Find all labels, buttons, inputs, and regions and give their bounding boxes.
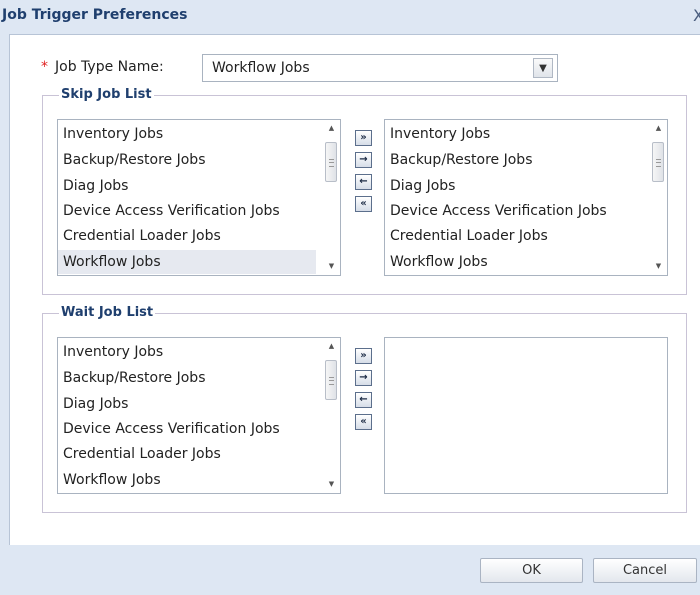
move-left-button[interactable]: ←	[355, 392, 372, 408]
list-item[interactable]: Device Access Verification Jobs	[63, 417, 280, 441]
scrollbar[interactable]: ▲ ▼	[323, 120, 340, 275]
cancel-button[interactable]: Cancel	[593, 558, 697, 583]
move-all-right-button[interactable]: »	[355, 130, 372, 146]
move-all-right-button[interactable]: »	[355, 348, 372, 364]
job-type-select[interactable]: Workflow Jobs ▼	[202, 54, 558, 82]
required-indicator: *	[41, 59, 48, 75]
scroll-up-icon[interactable]: ▲	[323, 338, 340, 355]
list-item[interactable]: Workflow Jobs	[63, 468, 161, 492]
scroll-down-icon[interactable]: ▼	[323, 258, 340, 275]
scroll-thumb[interactable]	[325, 360, 337, 400]
scroll-up-icon[interactable]: ▲	[650, 120, 667, 137]
list-item[interactable]: Inventory Jobs	[63, 122, 163, 146]
skip-job-legend: Skip Job List	[59, 87, 154, 102]
ok-button[interactable]: OK	[480, 558, 583, 583]
scrollbar[interactable]: ▲ ▼	[650, 120, 667, 275]
scroll-down-icon[interactable]: ▼	[323, 476, 340, 493]
scroll-down-icon[interactable]: ▼	[650, 258, 667, 275]
list-item[interactable]: Inventory Jobs	[63, 340, 163, 364]
list-item[interactable]: Diag Jobs	[63, 174, 128, 198]
wait-job-legend: Wait Job List	[59, 305, 156, 320]
job-trigger-dialog: Job Trigger Preferences X * Job Type Nam…	[0, 0, 700, 595]
move-left-button[interactable]: ←	[355, 174, 372, 190]
list-item[interactable]: Credential Loader Jobs	[390, 224, 548, 248]
job-type-value: Workflow Jobs	[212, 60, 310, 76]
wait-available-list[interactable]: Inventory Jobs Backup/Restore Jobs Diag …	[57, 337, 341, 494]
list-item[interactable]: Inventory Jobs	[390, 122, 490, 146]
skip-chosen-list[interactable]: Inventory Jobs Backup/Restore Jobs Diag …	[384, 119, 668, 276]
scroll-thumb[interactable]	[652, 142, 664, 182]
scroll-up-icon[interactable]: ▲	[323, 120, 340, 137]
list-item[interactable]: Diag Jobs	[390, 174, 455, 198]
move-right-button[interactable]: →	[355, 152, 372, 168]
dialog-titlebar: Job Trigger Preferences X	[0, 0, 700, 34]
list-item[interactable]: Backup/Restore Jobs	[390, 148, 532, 172]
list-item[interactable]: Diag Jobs	[63, 392, 128, 416]
list-item[interactable]: Credential Loader Jobs	[63, 224, 221, 248]
move-right-button[interactable]: →	[355, 370, 372, 386]
skip-available-list[interactable]: Inventory Jobs Backup/Restore Jobs Diag …	[57, 119, 341, 276]
list-item[interactable]: Workflow Jobs	[390, 250, 488, 274]
dialog-left-border	[0, 34, 9, 545]
move-all-left-button[interactable]: «	[355, 414, 372, 430]
list-item[interactable]: Credential Loader Jobs	[63, 442, 221, 466]
dialog-title: Job Trigger Preferences	[2, 7, 188, 23]
close-icon[interactable]: X	[693, 6, 700, 25]
wait-chosen-list[interactable]	[384, 337, 668, 494]
list-item[interactable]: Backup/Restore Jobs	[63, 366, 205, 390]
move-all-left-button[interactable]: «	[355, 196, 372, 212]
list-item[interactable]: Device Access Verification Jobs	[63, 199, 280, 223]
chevron-down-icon[interactable]: ▼	[533, 58, 553, 78]
list-item-selected[interactable]: Workflow Jobs	[58, 250, 316, 274]
job-type-label: Job Type Name:	[55, 59, 164, 75]
list-item[interactable]: Backup/Restore Jobs	[63, 148, 205, 172]
list-item[interactable]: Device Access Verification Jobs	[390, 199, 607, 223]
scroll-thumb[interactable]	[325, 142, 337, 182]
scrollbar[interactable]: ▲ ▼	[323, 338, 340, 493]
